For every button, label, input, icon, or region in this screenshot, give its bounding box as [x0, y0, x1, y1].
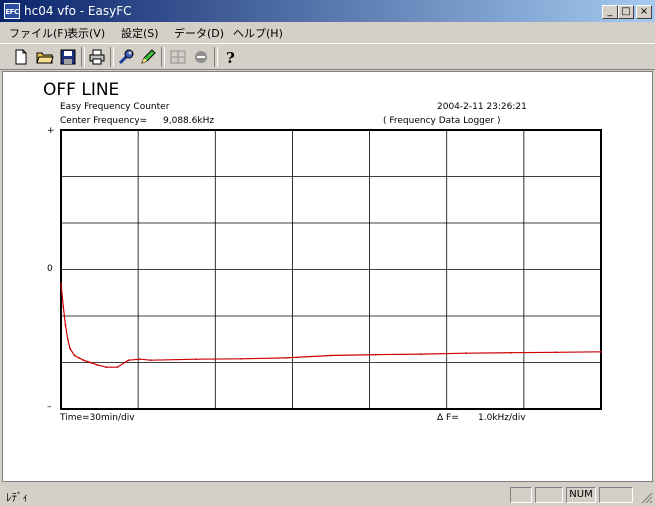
- close-button[interactable]: ×: [636, 5, 652, 19]
- menu-bar: ファイル(F) 表示(V) 設定(S) データ(D) ヘルプ(H): [0, 22, 655, 42]
- print-icon[interactable]: [88, 48, 106, 66]
- data-point: [465, 352, 467, 355]
- pencil-icon[interactable]: [139, 48, 157, 66]
- menu-help[interactable]: ヘルプ(H): [233, 25, 283, 41]
- data-point: [62, 305, 65, 308]
- y-axis-bottom-label: –: [47, 402, 52, 412]
- data-point: [285, 356, 287, 359]
- display-area: OFF LINE Easy Frequency Counter 2004-2-1…: [2, 71, 653, 482]
- maximize-button[interactable]: □: [618, 5, 634, 19]
- toolbar-separator: [110, 47, 114, 67]
- data-point: [96, 363, 98, 366]
- title-bar: EFC hc04 vfo - EasyFC _ □ ×: [0, 0, 655, 22]
- toolbar-separator: [81, 47, 85, 67]
- data-point: [510, 351, 512, 354]
- y-axis-zero-label: 0: [47, 264, 53, 274]
- resize-grip-icon[interactable]: [639, 490, 653, 504]
- status-title: OFF LINE: [43, 80, 120, 100]
- center-frequency-label: Center Frequency=: [60, 116, 148, 126]
- data-point: [555, 351, 557, 354]
- data-point: [105, 366, 107, 369]
- status-panel-4: [599, 487, 633, 503]
- data-point: [78, 356, 80, 359]
- app-name-label: Easy Frequency Counter: [60, 102, 170, 112]
- toolbar-separator: [161, 47, 165, 67]
- status-text: ﾚﾃﾞｨ: [6, 491, 28, 504]
- open-folder-icon[interactable]: [36, 48, 54, 66]
- data-point: [69, 347, 71, 350]
- status-bar: ﾚﾃﾞｨ NUM: [0, 484, 655, 506]
- grid-icon[interactable]: [169, 48, 187, 66]
- svg-text:?: ?: [226, 49, 235, 66]
- help-icon[interactable]: ?: [221, 48, 239, 66]
- wrench-icon[interactable]: [117, 48, 135, 66]
- data-point: [138, 358, 141, 361]
- timestamp: 2004-2-11 23:26:21: [437, 102, 527, 112]
- data-point: [127, 359, 130, 362]
- data-point: [82, 359, 85, 362]
- data-point: [89, 361, 92, 364]
- status-panel-2: [535, 487, 563, 503]
- menu-settings[interactable]: 設定(S): [121, 25, 159, 41]
- mode-label: ( Frequency Data Logger ): [383, 116, 501, 126]
- data-point: [330, 354, 332, 357]
- data-point: [150, 359, 152, 362]
- new-file-icon[interactable]: [12, 48, 30, 66]
- toolbar: ?: [0, 43, 655, 70]
- data-point: [375, 353, 377, 356]
- stop-icon[interactable]: [192, 48, 210, 66]
- menu-view[interactable]: 表示(V): [67, 25, 105, 41]
- delta-f-value: 1.0kHz/div: [478, 413, 526, 423]
- time-scale-label: Time=30min/div: [60, 413, 135, 423]
- y-axis-top-label: +: [47, 126, 55, 136]
- window-title: hc04 vfo - EasyFC: [24, 4, 132, 18]
- data-point: [66, 338, 69, 341]
- frequency-chart: [60, 129, 602, 410]
- data-point: [600, 350, 602, 353]
- center-frequency-value: 9,088.6kHz: [163, 116, 215, 126]
- data-point: [116, 366, 119, 369]
- minimize-button[interactable]: _: [602, 5, 618, 19]
- toolbar-separator: [214, 47, 218, 67]
- status-panel-1: [510, 487, 532, 503]
- num-lock-indicator: NUM: [566, 487, 596, 503]
- menu-file[interactable]: ファイル(F): [9, 25, 68, 41]
- data-point: [420, 353, 422, 356]
- data-point: [60, 282, 62, 285]
- save-disk-icon[interactable]: [59, 48, 77, 66]
- data-point: [240, 357, 242, 360]
- data-point: [195, 358, 197, 361]
- data-point: [73, 354, 76, 357]
- data-point: [64, 324, 67, 327]
- app-icon[interactable]: EFC: [4, 3, 20, 19]
- menu-data[interactable]: データ(D): [174, 25, 224, 41]
- delta-f-label: Δ F=: [437, 413, 459, 423]
